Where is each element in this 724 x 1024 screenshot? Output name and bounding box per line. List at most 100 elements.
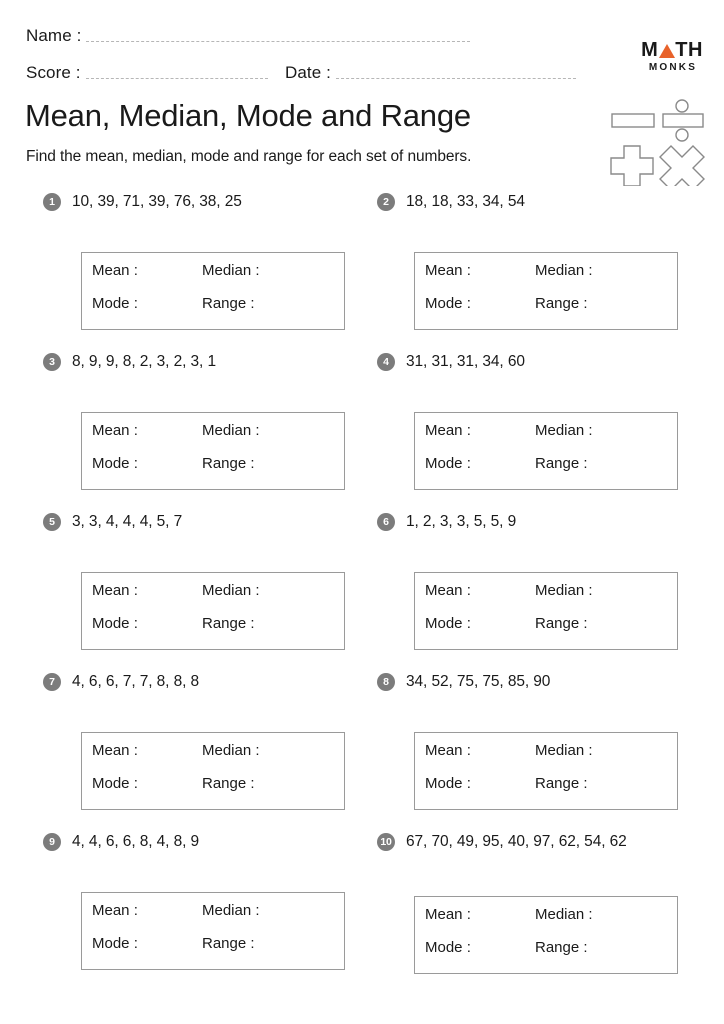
- logo-wordmark: M TH: [637, 40, 707, 60]
- mode-label[interactable]: Mode :: [425, 615, 535, 632]
- answer-line-top: Mean : Median :: [425, 262, 677, 295]
- problem-header: 3 8, 9, 9, 8, 2, 3, 2, 3, 1: [43, 350, 216, 374]
- name-write-line[interactable]: [86, 41, 471, 42]
- mode-label[interactable]: Mode :: [92, 455, 202, 472]
- problem-numbers: 10, 39, 71, 39, 76, 38, 25: [72, 193, 242, 210]
- problem-numbers: 4, 6, 6, 7, 7, 8, 8, 8: [72, 673, 200, 690]
- median-label[interactable]: Median :: [202, 742, 260, 759]
- mean-label[interactable]: Mean :: [425, 582, 535, 599]
- problem-number-badge: 5: [43, 513, 61, 531]
- answer-line-top: Mean : Median :: [425, 906, 677, 939]
- answer-line-top: Mean : Median :: [92, 422, 344, 455]
- mode-label[interactable]: Mode :: [92, 775, 202, 792]
- date-label: Date :: [285, 63, 331, 82]
- median-label[interactable]: Median :: [535, 262, 593, 279]
- range-label[interactable]: Range :: [202, 775, 255, 792]
- problem-header: 5 3, 3, 4, 4, 4, 5, 7: [43, 510, 182, 534]
- range-label[interactable]: Range :: [535, 295, 588, 312]
- logo-triangle-icon: [658, 44, 675, 58]
- answer-line-bottom: Mode : Range :: [425, 455, 677, 488]
- plus-icon: [610, 145, 654, 186]
- range-label[interactable]: Range :: [202, 455, 255, 472]
- median-label[interactable]: Median :: [535, 582, 593, 599]
- answer-line-bottom: Mode : Range :: [425, 615, 677, 648]
- problem-item-3: 3 8, 9, 9, 8, 2, 3, 2, 3, 1 Mean : Media…: [43, 350, 345, 490]
- problem-header: 1 10, 39, 71, 39, 76, 38, 25: [43, 190, 242, 214]
- answer-line-bottom: Mode : Range :: [425, 295, 677, 328]
- range-label[interactable]: Range :: [202, 935, 255, 952]
- problem-item-5: 5 3, 3, 4, 4, 4, 5, 7 Mean : Median : Mo…: [43, 510, 345, 650]
- answer-box[interactable]: Mean : Median : Mode : Range :: [81, 892, 345, 970]
- range-label[interactable]: Range :: [535, 615, 588, 632]
- answer-box[interactable]: Mean : Median : Mode : Range :: [414, 896, 678, 974]
- answer-box[interactable]: Mean : Median : Mode : Range :: [414, 252, 678, 330]
- answer-box[interactable]: Mean : Median : Mode : Range :: [81, 572, 345, 650]
- mean-label[interactable]: Mean :: [92, 262, 202, 279]
- worksheet-header: Name : Score : Date : Mean, Median, Mode…: [0, 0, 724, 190]
- range-label[interactable]: Range :: [202, 615, 255, 632]
- mean-label[interactable]: Mean :: [425, 906, 535, 923]
- median-label[interactable]: Median :: [202, 582, 260, 599]
- answer-box[interactable]: Mean : Median : Mode : Range :: [414, 732, 678, 810]
- problem-row: 9 4, 4, 6, 6, 8, 4, 8, 9 Mean : Median :…: [0, 830, 724, 990]
- median-label[interactable]: Median :: [202, 422, 260, 439]
- mode-label[interactable]: Mode :: [425, 295, 535, 312]
- problem-header: 8 34, 52, 75, 75, 85, 90: [377, 670, 550, 694]
- problem-numbers: 4, 4, 6, 6, 8, 4, 8, 9: [72, 833, 200, 850]
- problem-item-7: 7 4, 6, 6, 7, 7, 8, 8, 8 Mean : Median :…: [43, 670, 345, 810]
- answer-box[interactable]: Mean : Median : Mode : Range :: [414, 412, 678, 490]
- mode-label[interactable]: Mode :: [425, 775, 535, 792]
- problem-number-badge: 1: [43, 193, 61, 211]
- answer-line-bottom: Mode : Range :: [425, 775, 677, 808]
- mode-label[interactable]: Mode :: [425, 939, 535, 956]
- mean-label[interactable]: Mean :: [425, 262, 535, 279]
- problem-numbers: 1, 2, 3, 3, 5, 5, 9: [406, 513, 517, 530]
- median-label[interactable]: Median :: [202, 902, 260, 919]
- range-label[interactable]: Range :: [535, 775, 588, 792]
- answer-line-top: Mean : Median :: [425, 582, 677, 615]
- answer-box[interactable]: Mean : Median : Mode : Range :: [81, 252, 345, 330]
- mean-label[interactable]: Mean :: [425, 422, 535, 439]
- problem-header: 4 31, 31, 31, 34, 60: [377, 350, 525, 374]
- mode-label[interactable]: Mode :: [92, 935, 202, 952]
- problem-number-badge: 9: [43, 833, 61, 851]
- problem-header: 7 4, 6, 6, 7, 7, 8, 8, 8: [43, 670, 199, 694]
- answer-box[interactable]: Mean : Median : Mode : Range :: [414, 572, 678, 650]
- answer-box[interactable]: Mean : Median : Mode : Range :: [81, 412, 345, 490]
- median-label[interactable]: Median :: [535, 422, 593, 439]
- median-label[interactable]: Median :: [535, 742, 593, 759]
- problem-header: 6 1, 2, 3, 3, 5, 5, 9: [377, 510, 516, 534]
- score-label: Score :: [26, 63, 81, 82]
- date-write-line[interactable]: [335, 78, 576, 79]
- mean-label[interactable]: Mean :: [92, 582, 202, 599]
- median-label[interactable]: Median :: [535, 906, 593, 923]
- page-title: Mean, Median, Mode and Range: [25, 98, 471, 133]
- mean-label[interactable]: Mean :: [92, 902, 202, 919]
- range-label[interactable]: Range :: [535, 939, 588, 956]
- problem-item-8: 8 34, 52, 75, 75, 85, 90 Mean : Median :…: [377, 670, 678, 810]
- mode-label[interactable]: Mode :: [92, 295, 202, 312]
- answer-line-top: Mean : Median :: [92, 262, 344, 295]
- problem-item-9: 9 4, 4, 6, 6, 8, 4, 8, 9 Mean : Median :…: [43, 830, 345, 970]
- answer-line-top: Mean : Median :: [92, 582, 344, 615]
- answer-line-top: Mean : Median :: [425, 422, 677, 455]
- mean-label[interactable]: Mean :: [92, 742, 202, 759]
- range-label[interactable]: Range :: [202, 295, 255, 312]
- name-field-row: Name :: [26, 26, 471, 46]
- date-field-row: Date :: [285, 63, 576, 83]
- range-label[interactable]: Range :: [535, 455, 588, 472]
- score-field-row: Score :: [26, 63, 268, 83]
- mean-label[interactable]: Mean :: [92, 422, 202, 439]
- median-label[interactable]: Median :: [202, 262, 260, 279]
- mode-label[interactable]: Mode :: [92, 615, 202, 632]
- problem-numbers: 31, 31, 31, 34, 60: [406, 353, 525, 370]
- problem-item-10: 10 67, 70, 49, 95, 40, 97, 62, 54, 62 Me…: [377, 830, 678, 974]
- answer-box[interactable]: Mean : Median : Mode : Range :: [81, 732, 345, 810]
- answer-line-top: Mean : Median :: [92, 742, 344, 775]
- problem-row: 1 10, 39, 71, 39, 76, 38, 25 Mean : Medi…: [0, 190, 724, 350]
- mode-label[interactable]: Mode :: [425, 455, 535, 472]
- mean-label[interactable]: Mean :: [425, 742, 535, 759]
- answer-line-top: Mean : Median :: [92, 902, 344, 935]
- score-write-line[interactable]: [85, 78, 268, 79]
- multiply-icon: [659, 145, 705, 186]
